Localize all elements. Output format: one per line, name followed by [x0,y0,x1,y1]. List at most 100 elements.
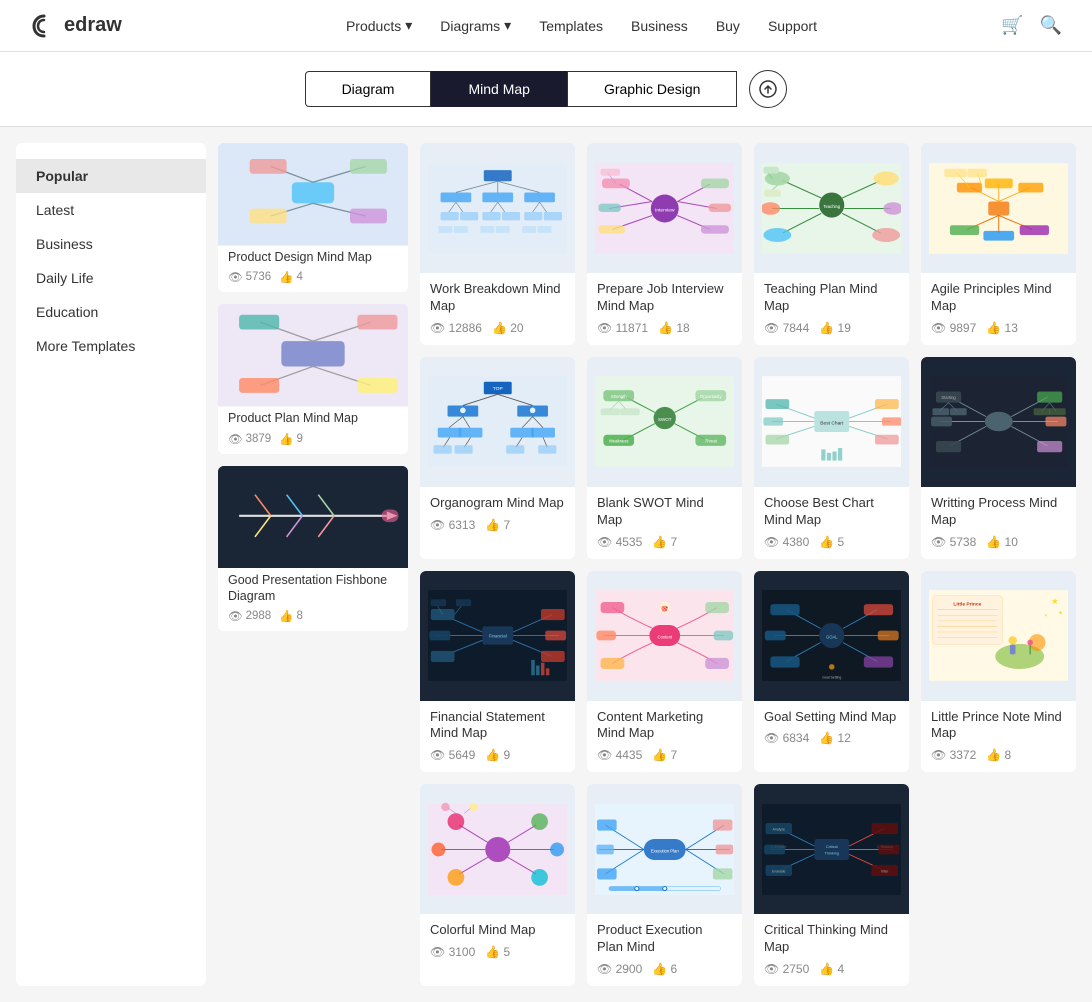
card-organogram[interactable]: TOP [420,357,575,559]
tab-graphic-design[interactable]: Graphic Design [567,71,738,107]
svg-text:Teaching: Teaching [823,203,840,208]
likes-financial: 👍 9 [485,748,510,762]
card-goal-setting[interactable]: GOAL Goal Setting [754,571,909,773]
card-teaching-plan[interactable]: Teaching [754,143,909,345]
tab-mind-map[interactable]: Mind Map [431,71,566,107]
left-card-meta-fishbone: 👁 2988 👍 8 [228,609,398,623]
svg-text:Analyze: Analyze [772,828,784,832]
card-title-swot: Blank SWOT Mind Map [597,495,732,529]
card-title-best-chart: Choose Best Chart Mind Map [764,495,899,529]
likes-colorful-bubbles: 👍 5 [485,945,510,959]
card-title-colorful-bubbles: Colorful Mind Map [430,922,565,939]
svg-text:Critical: Critical [826,845,838,849]
header-actions: 🛒 🔍 [1001,15,1062,36]
logo-icon [30,12,58,40]
card-swot[interactable]: SWOT Strength Weakness Opportunity Threa… [587,357,742,559]
svg-text:★: ★ [1058,610,1063,617]
card-body-colorful-bubbles: Colorful Mind Map 👁 3100 👍 5 [420,914,575,969]
card-title-organogram: Organogram Mind Map [430,495,565,512]
views-content-marketing: 👁 4435 [597,748,642,762]
card-job-interview[interactable]: Interview [587,143,742,345]
svg-text:Execution Plan: Execution Plan [651,848,680,853]
views-fishbone: 👁 2988 [228,609,271,623]
views-work-breakdown: 👁 12886 [430,321,482,335]
nav-support[interactable]: Support [768,18,817,34]
card-body-agile: Agile Principles Mind Map 👁 9897 👍 13 [921,273,1076,345]
card-work-breakdown[interactable]: Work Breakdown Mind Map 👁 12886 👍 20 [420,143,575,345]
nav: Products ▾ Diagrams ▾ Templates Business… [162,17,1001,34]
card-title-writing-process: Writting Process Mind Map [931,495,1066,529]
likes-critical-thinking: 👍 4 [819,962,844,976]
svg-text:Goal Setting: Goal Setting [822,676,841,680]
tab-diagram[interactable]: Diagram [305,71,432,107]
svg-text:Evaluate: Evaluate [772,869,786,873]
thumb-exec-plan: Execution Plan [587,784,742,914]
likes-writing-process: 👍 10 [986,535,1018,549]
card-content-marketing[interactable]: Content 🎯 [587,571,742,773]
views-exec-plan: 👁 2900 [597,962,642,976]
card-title-job-interview: Prepare Job Interview Mind Map [597,281,732,315]
views-product-design: 👁 5736 [228,270,271,284]
svg-text:Infer: Infer [881,869,889,873]
nav-products[interactable]: Products ▾ [346,17,412,34]
left-card-title-product-plan: Product Plan Mind Map [228,410,398,426]
upload-button[interactable] [749,70,787,108]
nav-templates[interactable]: Templates [539,18,603,34]
sidebar-item-latest[interactable]: Latest [16,193,206,227]
card-title-goal-setting: Goal Setting Mind Map [764,709,899,726]
views-teaching-plan: 👁 7844 [764,321,809,335]
thumb-product-design [218,143,408,243]
thumb-goal-setting: GOAL Goal Setting [754,571,909,701]
thumb-agile [921,143,1076,273]
logo[interactable]: edraw [30,12,122,40]
card-meta-work-breakdown: 👁 12886 👍 20 [430,321,565,335]
nav-buy[interactable]: Buy [716,18,740,34]
card-little-prince[interactable]: Little Prince ★ ★ ★ Little Prince Note M… [921,571,1076,773]
thumb-fishbone [218,466,408,566]
svg-text:Strength: Strength [611,394,627,399]
nav-diagrams[interactable]: Diagrams ▾ [440,17,511,34]
left-card-fishbone[interactable]: Good Presentation Fishbone Diagram 👁 298… [218,466,408,632]
card-body-financial: Financial Statement Mind Map 👁 5649 👍 9 [420,701,575,773]
card-best-chart[interactable]: Best Chart [754,357,909,559]
svg-text:SWOT: SWOT [658,417,672,422]
sidebar-item-more-templates[interactable]: More Templates [16,329,206,363]
left-card-meta-product-plan: 👁 3879 👍 9 [228,432,398,446]
left-card-product-design[interactable]: Product Design Mind Map 👁 5736 👍 4 [218,143,408,292]
left-column: Product Design Mind Map 👁 5736 👍 4 [218,143,408,986]
card-meta-job-interview: 👁 11871 👍 18 [597,321,732,335]
card-body-goal-setting: Goal Setting Mind Map 👁 6834 👍 12 [754,701,909,756]
views-writing-process: 👁 5738 [931,535,976,549]
card-writing-process[interactable]: Starting [921,357,1076,559]
card-body-little-prince: Little Prince Note Mind Map 👁 3372 👍 8 [921,701,1076,773]
svg-text:2. Reason: 2. Reason [877,845,893,849]
card-body-job-interview: Prepare Job Interview Mind Map 👁 11871 👍… [587,273,742,345]
views-agile: 👁 9897 [931,321,976,335]
card-colorful-bubbles[interactable]: Colorful Mind Map 👁 3100 👍 5 [420,784,575,986]
sidebar-item-education[interactable]: Education [16,295,206,329]
likes-work-breakdown: 👍 20 [492,321,524,335]
views-colorful-bubbles: 👁 3100 [430,945,475,959]
card-exec-plan[interactable]: Execution Plan [587,784,742,986]
card-title-teaching-plan: Teaching Plan Mind Map [764,281,899,315]
card-agile[interactable]: Agile Principles Mind Map 👁 9897 👍 13 [921,143,1076,345]
views-financial: 👁 5649 [430,748,475,762]
card-financial[interactable]: Financial [420,571,575,773]
card-critical-thinking[interactable]: Critical Thinking Analyze Evaluate [754,784,909,986]
card-title-little-prince: Little Prince Note Mind Map [931,709,1066,743]
svg-text:GOAL: GOAL [826,634,838,639]
likes-fishbone: 👍 8 [279,609,303,623]
sidebar-item-popular[interactable]: Popular [16,159,206,193]
left-card-product-plan[interactable]: Product Plan Mind Map 👁 3879 👍 9 [218,304,408,453]
card-meta-organogram: 👁 6313 👍 7 [430,518,565,532]
cart-icon[interactable]: 🛒 [1001,15,1023,36]
likes-exec-plan: 👍 6 [652,962,677,976]
thumb-teaching-plan: Teaching [754,143,909,273]
sidebar-item-business[interactable]: Business [16,227,206,261]
search-icon[interactable]: 🔍 [1040,15,1062,36]
thumb-critical-thinking: Critical Thinking Analyze Evaluate [754,784,909,914]
thumb-job-interview: Interview [587,143,742,273]
nav-business[interactable]: Business [631,18,688,34]
sidebar-item-daily-life[interactable]: Daily Life [16,261,206,295]
left-card-body-product-design: Product Design Mind Map 👁 5736 👍 4 [218,243,408,292]
